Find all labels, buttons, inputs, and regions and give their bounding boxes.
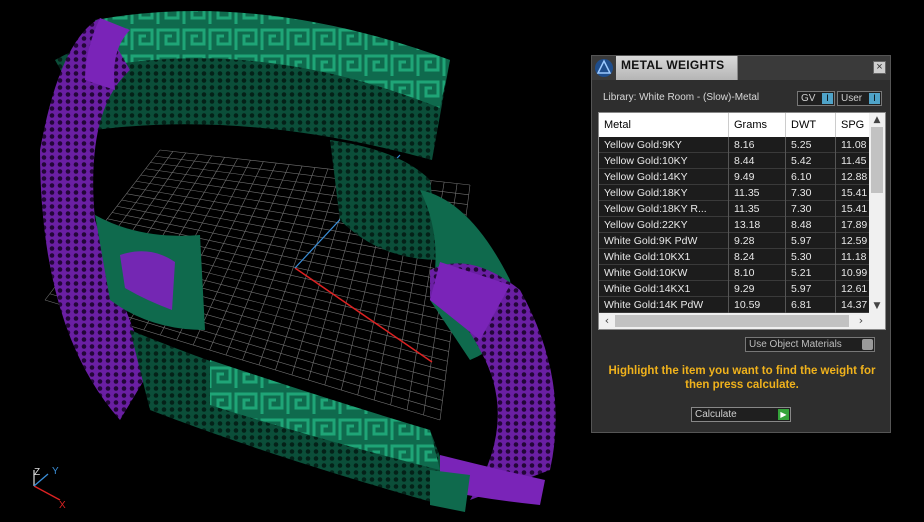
cell-metal: Yellow Gold:14KY bbox=[599, 169, 729, 185]
table-row[interactable]: Yellow Gold:14KY 9.49 6.10 12.88 bbox=[599, 169, 869, 185]
metal-weights-panel: METAL WEIGHTS × Library: White Room - (S… bbox=[591, 55, 891, 433]
calculate-label: Calculate bbox=[695, 409, 737, 420]
column-header-grams[interactable]: Grams bbox=[729, 113, 786, 137]
play-icon: ▶ bbox=[778, 409, 789, 420]
cell-metal: Yellow Gold:9KY bbox=[599, 137, 729, 153]
panel-title: METAL WEIGHTS bbox=[621, 58, 725, 72]
table-row[interactable]: Yellow Gold:22KY 13.18 8.48 17.89 bbox=[599, 217, 869, 233]
cell-grams: 9.29 bbox=[729, 281, 786, 297]
close-button[interactable]: × bbox=[873, 61, 886, 74]
gv-toggle-icon[interactable]: I bbox=[822, 93, 833, 104]
use-object-materials-toggle[interactable]: Use Object Materials bbox=[745, 337, 875, 352]
column-header-dwt[interactable]: DWT bbox=[786, 113, 836, 137]
scroll-left-icon[interactable]: ‹ bbox=[600, 313, 614, 329]
horizontal-scroll-thumb[interactable] bbox=[615, 315, 849, 327]
cell-metal: White Gold:14K PdW bbox=[599, 297, 729, 313]
table-row[interactable]: White Gold:14KX1 9.29 5.97 12.61 bbox=[599, 281, 869, 297]
cell-metal: Yellow Gold:18KY R... bbox=[599, 201, 729, 217]
cell-dwt: 5.97 bbox=[786, 233, 836, 249]
cell-metal: Yellow Gold:22KY bbox=[599, 217, 729, 233]
cell-dwt: 6.10 bbox=[786, 169, 836, 185]
gv-toggle[interactable]: GV I bbox=[797, 91, 835, 106]
cell-metal: White Gold:10KW bbox=[599, 265, 729, 281]
axis-label-x: X bbox=[59, 500, 66, 511]
metal-table[interactable]: Metal Grams DWT SPG Yellow Gold:9KY 8.16 5… bbox=[598, 112, 886, 330]
column-header-metal[interactable]: Metal bbox=[599, 113, 729, 137]
cell-grams: 8.44 bbox=[729, 153, 786, 169]
table-row[interactable]: Yellow Gold:9KY 8.16 5.25 11.08 bbox=[599, 137, 869, 153]
bangle-model[interactable] bbox=[40, 11, 556, 512]
use-object-materials-label: Use Object Materials bbox=[749, 339, 842, 350]
cell-dwt: 7.30 bbox=[786, 201, 836, 217]
cell-metal: Yellow Gold:18KY bbox=[599, 185, 729, 201]
cell-grams: 9.28 bbox=[729, 233, 786, 249]
cell-dwt: 5.21 bbox=[786, 265, 836, 281]
table-row[interactable]: Yellow Gold:10KY 8.44 5.42 11.45 bbox=[599, 153, 869, 169]
app-logo-icon bbox=[595, 59, 613, 77]
library-label: Library: White Room - (Slow)-Metal bbox=[603, 92, 760, 103]
scroll-right-icon[interactable]: › bbox=[854, 313, 868, 329]
cell-metal: Yellow Gold:10KY bbox=[599, 153, 729, 169]
cell-dwt: 7.30 bbox=[786, 185, 836, 201]
checkbox-icon[interactable] bbox=[862, 339, 873, 350]
cell-dwt: 8.48 bbox=[786, 217, 836, 233]
gv-label: GV bbox=[801, 93, 816, 104]
cell-grams: 8.10 bbox=[729, 265, 786, 281]
axis-label-y: Y bbox=[52, 466, 59, 477]
cell-dwt: 5.97 bbox=[786, 281, 836, 297]
cell-dwt: 5.25 bbox=[786, 137, 836, 153]
cell-metal: White Gold:14KX1 bbox=[599, 281, 729, 297]
cell-grams: 13.18 bbox=[729, 217, 786, 233]
user-toggle[interactable]: User I bbox=[837, 91, 882, 106]
scroll-up-icon[interactable]: ▲ bbox=[869, 113, 885, 127]
cell-grams: 8.16 bbox=[729, 137, 786, 153]
table-row[interactable]: White Gold:14K PdW 10.59 6.81 14.37 bbox=[599, 297, 869, 313]
vertical-scroll-thumb[interactable] bbox=[871, 127, 883, 193]
table-row[interactable]: White Gold:10KX1 8.24 5.30 11.18 bbox=[599, 249, 869, 265]
cell-dwt: 6.81 bbox=[786, 297, 836, 313]
vertical-scrollbar[interactable]: ▲ ▼ bbox=[869, 113, 885, 313]
table-header: Metal Grams DWT SPG bbox=[599, 113, 869, 138]
axis-label-z: Z bbox=[34, 467, 40, 478]
scroll-corner bbox=[869, 313, 885, 329]
horizontal-scrollbar[interactable]: ‹ › bbox=[599, 313, 869, 329]
cell-dwt: 5.30 bbox=[786, 249, 836, 265]
calculate-button[interactable]: Calculate ▶ bbox=[691, 407, 791, 422]
axis-tripod: Z Y X bbox=[33, 466, 66, 511]
panel-title-bar[interactable]: METAL WEIGHTS × bbox=[592, 56, 890, 80]
table-row[interactable]: White Gold:9K PdW 9.28 5.97 12.59 bbox=[599, 233, 869, 249]
cell-grams: 9.49 bbox=[729, 169, 786, 185]
cell-grams: 8.24 bbox=[729, 249, 786, 265]
table-row[interactable]: Yellow Gold:18KY R... 11.35 7.30 15.41 bbox=[599, 201, 869, 217]
instruction-text: Highlight the item you want to find the … bbox=[608, 365, 876, 391]
cell-grams: 10.59 bbox=[729, 297, 786, 313]
table-row[interactable]: White Gold:10KW 8.10 5.21 10.99 bbox=[599, 265, 869, 281]
cell-grams: 11.35 bbox=[729, 185, 786, 201]
user-toggle-icon[interactable]: I bbox=[869, 93, 880, 104]
cell-metal: White Gold:9K PdW bbox=[599, 233, 729, 249]
user-label: User bbox=[841, 93, 863, 104]
cell-metal: White Gold:10KX1 bbox=[599, 249, 729, 265]
cell-grams: 11.35 bbox=[729, 201, 786, 217]
scroll-down-icon[interactable]: ▼ bbox=[869, 299, 885, 313]
table-row[interactable]: Yellow Gold:18KY 11.35 7.30 15.41 bbox=[599, 185, 869, 201]
cell-dwt: 5.42 bbox=[786, 153, 836, 169]
